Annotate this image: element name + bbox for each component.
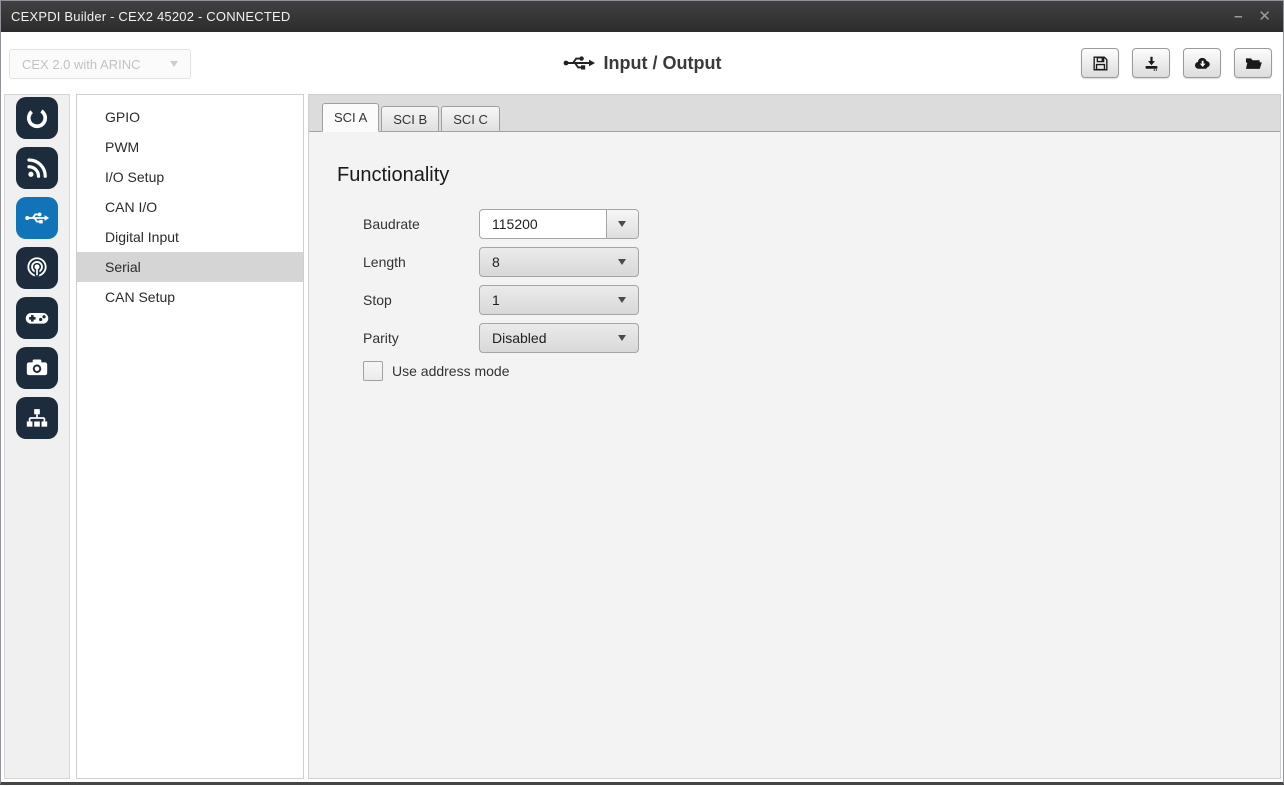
- toolbar-buttons: [1081, 48, 1272, 78]
- form-row-stop: Stop 1: [363, 285, 1280, 315]
- stop-combobox[interactable]: 1: [479, 285, 639, 315]
- chevron-down-icon: [618, 221, 626, 227]
- tab-sci-c[interactable]: SCI C: [441, 106, 500, 131]
- camera-icon: [24, 355, 50, 381]
- minimize-icon[interactable]: –: [1234, 9, 1242, 24]
- address-mode-row: Use address mode: [363, 361, 1280, 381]
- download-icon: [1142, 54, 1161, 73]
- open-file-button[interactable]: [1234, 48, 1272, 78]
- network-icon: [24, 405, 50, 431]
- window-controls: – ✕: [1234, 9, 1271, 24]
- nav-item-io-setup[interactable]: I/O Setup: [77, 162, 303, 192]
- download-to-device-button[interactable]: [1132, 48, 1170, 78]
- length-combobox[interactable]: 8: [479, 247, 639, 277]
- parity-value: Disabled: [492, 330, 546, 346]
- sidebar-item-input-output[interactable]: [16, 197, 58, 239]
- sidebar-item-power[interactable]: [16, 97, 58, 139]
- form-row-length: Length 8: [363, 247, 1280, 277]
- parity-combobox[interactable]: Disabled: [479, 323, 639, 353]
- use-address-mode-checkbox[interactable]: [363, 361, 383, 381]
- content-panel: SCI A SCI B SCI C Functionality Baudrate…: [308, 94, 1281, 779]
- title-bar: CEXPDI Builder - CEX2 45202 - CONNECTED …: [1, 1, 1283, 32]
- nav-item-serial[interactable]: Serial: [77, 252, 303, 282]
- folder-open-icon: [1243, 54, 1264, 73]
- chevron-down-icon: [618, 297, 626, 303]
- window-title: CEXPDI Builder - CEX2 45202 - CONNECTED: [11, 9, 290, 24]
- nav-item-pwm[interactable]: PWM: [77, 132, 303, 162]
- use-address-mode-label: Use address mode: [392, 363, 510, 379]
- form-row-baudrate: Baudrate 115200: [363, 209, 1280, 239]
- power-icon: [24, 105, 50, 131]
- baudrate-dropdown-button[interactable]: [606, 210, 638, 238]
- length-label: Length: [363, 254, 479, 270]
- length-value: 8: [492, 254, 500, 270]
- device-selector-dropdown[interactable]: CEX 2.0 with ARINC: [9, 49, 191, 79]
- cloud-download-button[interactable]: [1183, 48, 1221, 78]
- baudrate-label: Baudrate: [363, 216, 479, 232]
- podcast-icon: [24, 255, 50, 281]
- tab-pane-sci-a: Functionality Baudrate 115200 Length: [309, 132, 1280, 778]
- stop-value: 1: [492, 292, 500, 308]
- chevron-down-icon: [618, 335, 626, 341]
- sidebar-item-signal[interactable]: [16, 147, 58, 189]
- usb-icon: [24, 205, 50, 231]
- toolbar: CEX 2.0 with ARINC Input / Output: [1, 32, 1283, 94]
- floppy-disk-icon: [1091, 54, 1110, 73]
- baudrate-combobox[interactable]: 115200: [479, 209, 639, 239]
- stop-label: Stop: [363, 292, 479, 308]
- device-selector-value: CEX 2.0 with ARINC: [22, 57, 141, 72]
- nav-item-gpio[interactable]: GPIO: [77, 102, 303, 132]
- chevron-down-icon: [170, 61, 178, 67]
- tab-strip: SCI A SCI B SCI C: [309, 95, 1280, 132]
- baudrate-value: 115200: [480, 216, 606, 232]
- parity-label: Parity: [363, 330, 479, 346]
- cloud-download-icon: [1192, 54, 1213, 73]
- main-area: GPIO PWM I/O Setup CAN I/O Digital Input…: [1, 94, 1283, 782]
- tab-sci-a[interactable]: SCI A: [322, 103, 379, 132]
- gamepad-icon: [24, 305, 50, 331]
- app-window: CEXPDI Builder - CEX2 45202 - CONNECTED …: [0, 0, 1284, 785]
- sidebar-item-gamepad[interactable]: [16, 297, 58, 339]
- save-button[interactable]: [1081, 48, 1119, 78]
- icon-sidebar: [4, 94, 70, 779]
- usb-icon: [563, 53, 595, 73]
- page-title-text: Input / Output: [604, 53, 722, 74]
- nav-item-can-io[interactable]: CAN I/O: [77, 192, 303, 222]
- functionality-form: Baudrate 115200 Length 8: [363, 209, 1280, 381]
- nav-item-digital-input[interactable]: Digital Input: [77, 222, 303, 252]
- tab-sci-b[interactable]: SCI B: [381, 106, 439, 131]
- section-title: Functionality: [337, 164, 1280, 187]
- signal-icon: [24, 155, 50, 181]
- sidebar-item-camera[interactable]: [16, 347, 58, 389]
- close-icon[interactable]: ✕: [1258, 9, 1271, 24]
- sidebar-item-broadcast[interactable]: [16, 247, 58, 289]
- nav-item-can-setup[interactable]: CAN Setup: [77, 282, 303, 312]
- sidebar-item-network[interactable]: [16, 397, 58, 439]
- form-row-parity: Parity Disabled: [363, 323, 1280, 353]
- nav-panel: GPIO PWM I/O Setup CAN I/O Digital Input…: [76, 94, 304, 779]
- chevron-down-icon: [618, 259, 626, 265]
